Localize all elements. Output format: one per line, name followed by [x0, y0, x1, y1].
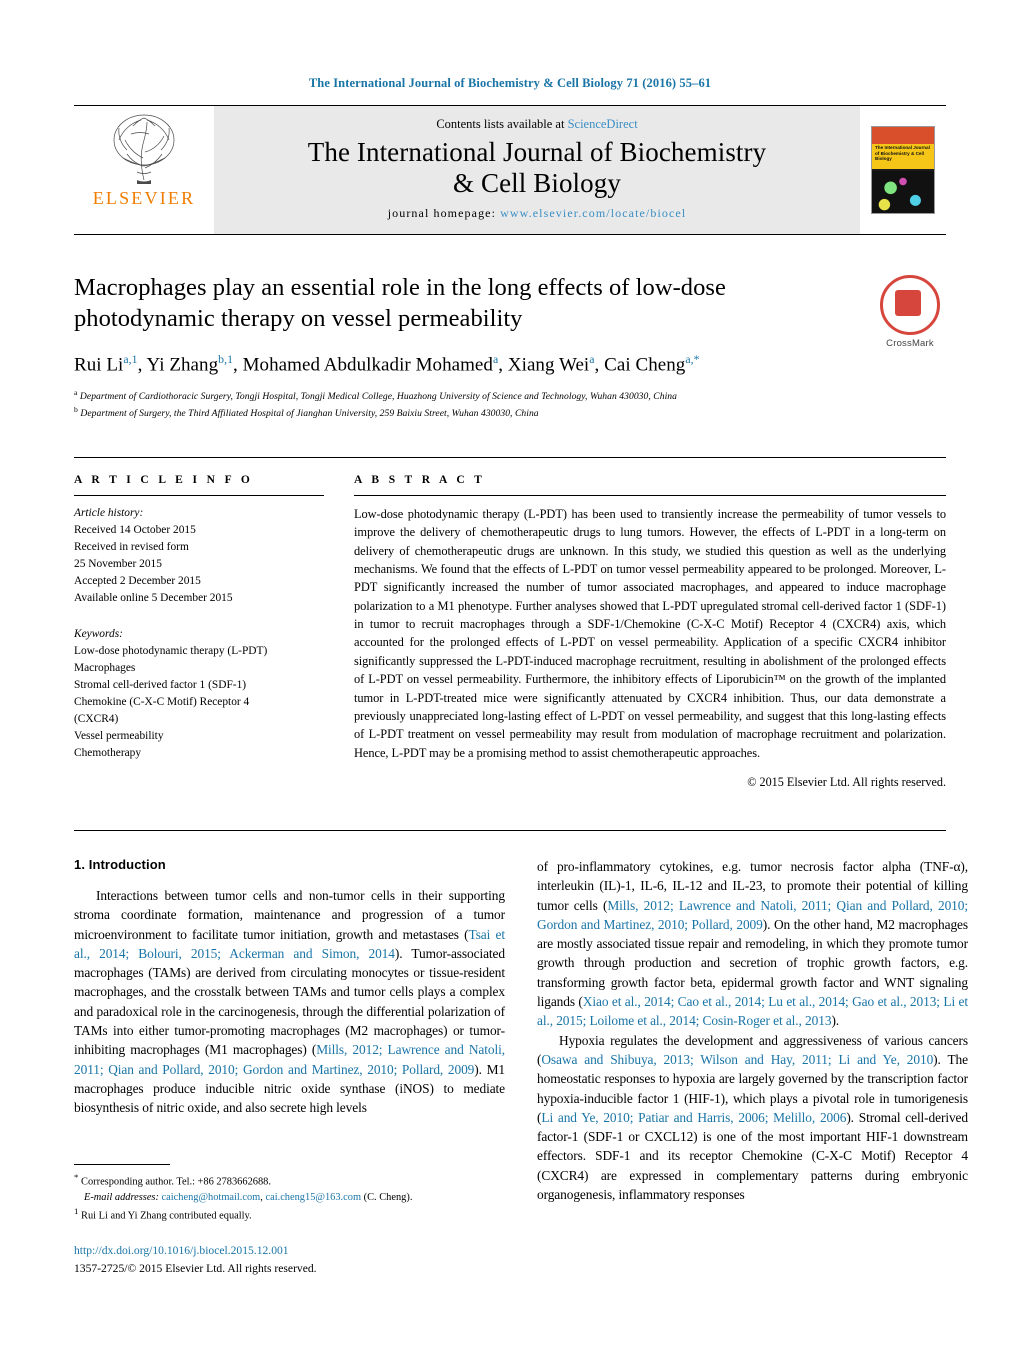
- sciencedirect-link[interactable]: ScienceDirect: [568, 117, 638, 131]
- history-item: Accepted 2 December 2015: [74, 575, 201, 588]
- section-heading-introduction: 1. Introduction: [74, 856, 166, 872]
- info-abstract-section: A R T I C L E I N F O Article history: R…: [74, 456, 946, 790]
- abstract-heading: A B S T R A C T: [354, 473, 486, 486]
- paragraph: of pro-inflammatory cytokines, e.g. tumo…: [537, 858, 968, 1029]
- doi-block: http://dx.doi.org/10.1016/j.biocel.2015.…: [74, 1242, 505, 1277]
- footnote-corresponding-author: * Corresponding author. Tel.: +86 278366…: [74, 1172, 271, 1188]
- footnote-divider: [74, 1164, 170, 1166]
- keywords-label: Keywords:: [74, 627, 123, 640]
- page-title: Macrophages play an essential role in th…: [74, 274, 726, 332]
- journal-title-line2: & Cell Biology: [453, 167, 621, 198]
- paragraph: Hypoxia regulates the development and ag…: [537, 1032, 968, 1202]
- keywords-block: Keywords: Low-dose photodynamic therapy …: [74, 626, 324, 763]
- keyword-item: Macrophages: [74, 661, 136, 674]
- keyword-item: Low-dose photodynamic therapy (L-PDT): [74, 644, 268, 657]
- article-history: Article history: Received 14 October 201…: [74, 505, 324, 608]
- crossmark-badge[interactable]: CrossMark: [874, 275, 946, 349]
- keyword-item: Chemokine (C-X-C Motif) Receptor 4: [74, 696, 250, 709]
- history-item: Available online 5 December 2015: [74, 592, 233, 605]
- history-item: 25 November 2015: [74, 558, 162, 571]
- title-block: CrossMark Macrophages play an essential …: [74, 273, 946, 421]
- affiliation-b-text: Department of Surgery, the Third Affilia…: [80, 408, 539, 420]
- cover-top-band: [872, 127, 934, 144]
- journal-banner: Contents lists available at ScienceDirec…: [214, 106, 860, 234]
- abstract-text: Low-dose photodynamic therapy (L-PDT) ha…: [354, 506, 946, 760]
- cover-micrograph: [872, 171, 934, 213]
- running-head: The International Journal of Biochemistr…: [308, 76, 712, 90]
- contents-available-line: Contents lists available at ScienceDirec…: [436, 117, 637, 132]
- article-info-heading: A R T I C L E I N F O: [74, 473, 254, 486]
- journal-homepage-line: journal homepage: www.elsevier.com/locat…: [388, 206, 687, 221]
- issn-copyright: 1357-2725/© 2015 Elsevier Ltd. All right…: [74, 1261, 317, 1275]
- footnote-equal-contribution: 1 Rui Li and Yi Zhang contributed equall…: [74, 1206, 252, 1222]
- homepage-label: journal homepage:: [387, 205, 501, 220]
- journal-cover-thumbnail: The International Journal of Biochemistr…: [860, 106, 946, 234]
- elsevier-wordmark: ELSEVIER: [92, 188, 196, 208]
- crossmark-icon: [880, 275, 940, 335]
- article-body: 1. Introduction Interactions between tum…: [74, 829, 968, 1277]
- body-column-left: 1. Introduction Interactions between tum…: [74, 857, 505, 1277]
- footnote-emails: E-mail addresses: caicheng@hotmail.com, …: [84, 1191, 413, 1203]
- affiliations: a Department of Cardiothoracic Surgery, …: [74, 387, 946, 421]
- paragraph: Interactions between tumor cells and non…: [74, 887, 505, 1116]
- divider: [74, 494, 324, 496]
- divider: [354, 494, 946, 496]
- body-column-right: of pro-inflammatory cytokines, e.g. tumo…: [537, 857, 968, 1277]
- doi-link[interactable]: http://dx.doi.org/10.1016/j.biocel.2015.…: [74, 1242, 505, 1259]
- keyword-item: Vessel permeability: [74, 730, 164, 743]
- elsevier-tree-icon: [113, 114, 175, 184]
- history-item: Received in revised form: [74, 541, 189, 554]
- journal-masthead: ELSEVIER Contents lists available at Sci…: [74, 105, 946, 235]
- affiliation-a-text: Department of Cardiothoracic Surgery, To…: [79, 390, 677, 402]
- article-page: The International Journal of Biochemistr…: [0, 0, 1020, 1351]
- elsevier-logo: ELSEVIER: [74, 106, 214, 234]
- journal-title-line1: The International Journal of Biochemistr…: [307, 137, 767, 168]
- crossmark-label: CrossMark: [886, 338, 934, 349]
- contents-prefix: Contents lists available at: [436, 117, 568, 132]
- keyword-item: Stromal cell-derived factor 1 (SDF-1): [74, 678, 247, 691]
- affiliation-a: a Department of Cardiothoracic Surgery, …: [74, 387, 677, 402]
- homepage-url-link[interactable]: www.elsevier.com/locate/biocel: [500, 206, 686, 220]
- article-history-label: Article history:: [74, 506, 144, 519]
- cover-image: The International Journal of Biochemistr…: [871, 126, 935, 214]
- history-item: Received 14 October 2015: [74, 524, 196, 537]
- abstract-copyright: © 2015 Elsevier Ltd. All rights reserved…: [747, 774, 946, 789]
- keyword-item: Chemotherapy: [74, 747, 142, 760]
- cover-title-text: The International Journal of Biochemistr…: [875, 145, 930, 162]
- footnote-block: * Corresponding author. Tel.: +86 278366…: [74, 1164, 505, 1277]
- abstract-column: A B S T R A C T Low-dose photodynamic th…: [354, 458, 946, 790]
- journal-title: The International Journal of Biochemistr…: [308, 137, 766, 197]
- author-list: Rui Lia,1, Yi Zhangb,1, Mohamed Abdulkad…: [74, 352, 700, 376]
- affiliation-b: b Department of Surgery, the Third Affil…: [74, 404, 539, 420]
- keyword-item: (CXCR4): [74, 713, 119, 726]
- article-info-column: A R T I C L E I N F O Article history: R…: [74, 458, 324, 790]
